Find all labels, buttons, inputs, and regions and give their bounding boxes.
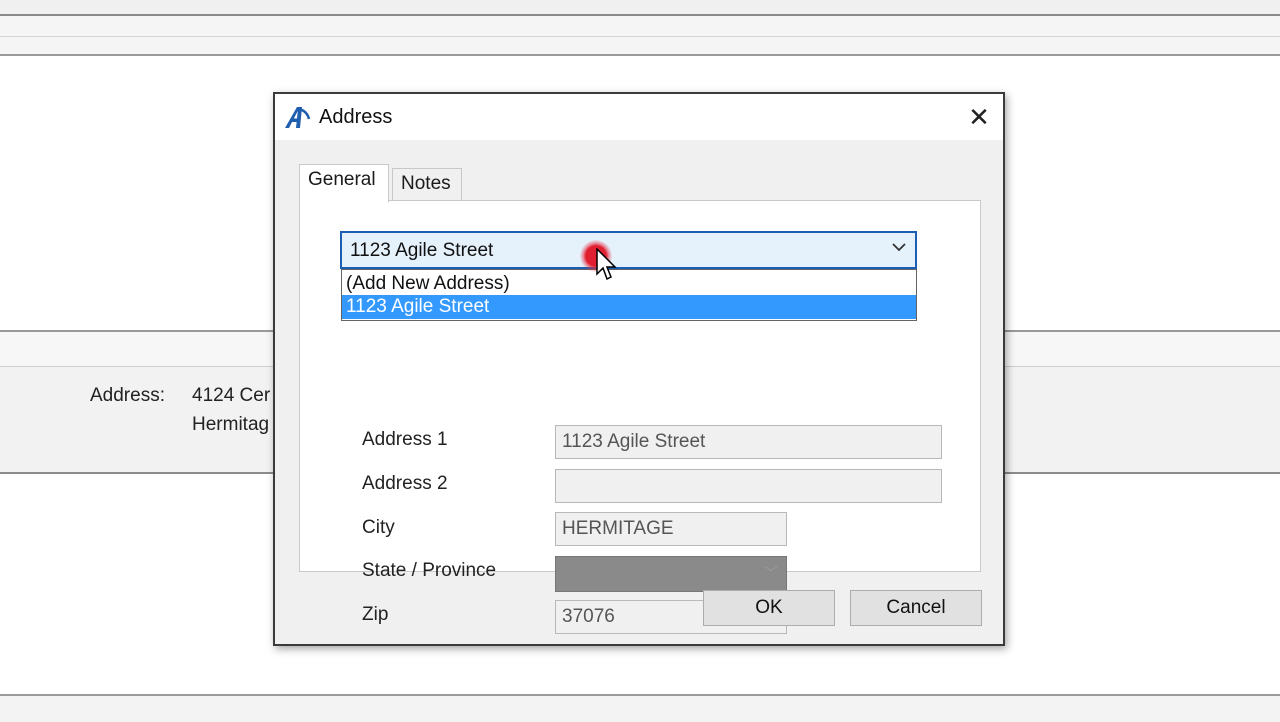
dialog-titlebar[interactable]: Address ✕ xyxy=(275,94,1003,140)
dialog-title: Address xyxy=(319,106,393,128)
background-toolbar xyxy=(0,16,1280,56)
address-dropdown-list: (Add New Address) 1123 Agile Street xyxy=(341,269,917,321)
tab-general[interactable]: General xyxy=(299,164,389,202)
address-dialog: Address ✕ General Notes Address 1 1123 A… xyxy=(273,92,1005,646)
background-address-label: Address: xyxy=(90,385,165,406)
address2-label: Address 2 xyxy=(362,473,448,494)
cancel-button[interactable]: Cancel xyxy=(850,590,982,626)
dropdown-option-address[interactable]: 1123 Agile Street xyxy=(342,295,916,319)
zip-label: Zip xyxy=(362,604,389,625)
dropdown-option-add-new[interactable]: (Add New Address) xyxy=(342,272,916,296)
agile-a-logo-icon xyxy=(283,105,311,129)
close-icon[interactable]: ✕ xyxy=(961,100,997,134)
chevron-down-icon[interactable] xyxy=(891,239,907,260)
background-address-line1: 4124 Cer xyxy=(192,385,271,406)
city-field[interactable]: HERMITAGE xyxy=(555,512,787,546)
state-select[interactable]: ﹀ xyxy=(555,556,787,592)
address1-label: Address 1 xyxy=(362,429,448,450)
address2-field[interactable] xyxy=(555,469,942,503)
ok-button[interactable]: OK xyxy=(703,590,835,626)
tab-notes[interactable]: Notes xyxy=(392,168,462,202)
address-selector-combo[interactable]: 1123 Agile Street xyxy=(340,231,917,269)
background-title-strip xyxy=(0,0,1280,16)
mouse-pointer-icon xyxy=(596,247,618,282)
toolbar-divider xyxy=(0,36,1280,37)
chevron-down-icon: ﹀ xyxy=(764,565,778,581)
background-bottom-bar xyxy=(0,694,1280,722)
city-label: City xyxy=(362,517,395,538)
background-address-line2: Hermitag xyxy=(192,414,270,435)
combo-selected-value: 1123 Agile Street xyxy=(350,240,494,261)
address1-field[interactable]: 1123 Agile Street xyxy=(555,425,942,459)
state-label: State / Province xyxy=(362,560,497,581)
